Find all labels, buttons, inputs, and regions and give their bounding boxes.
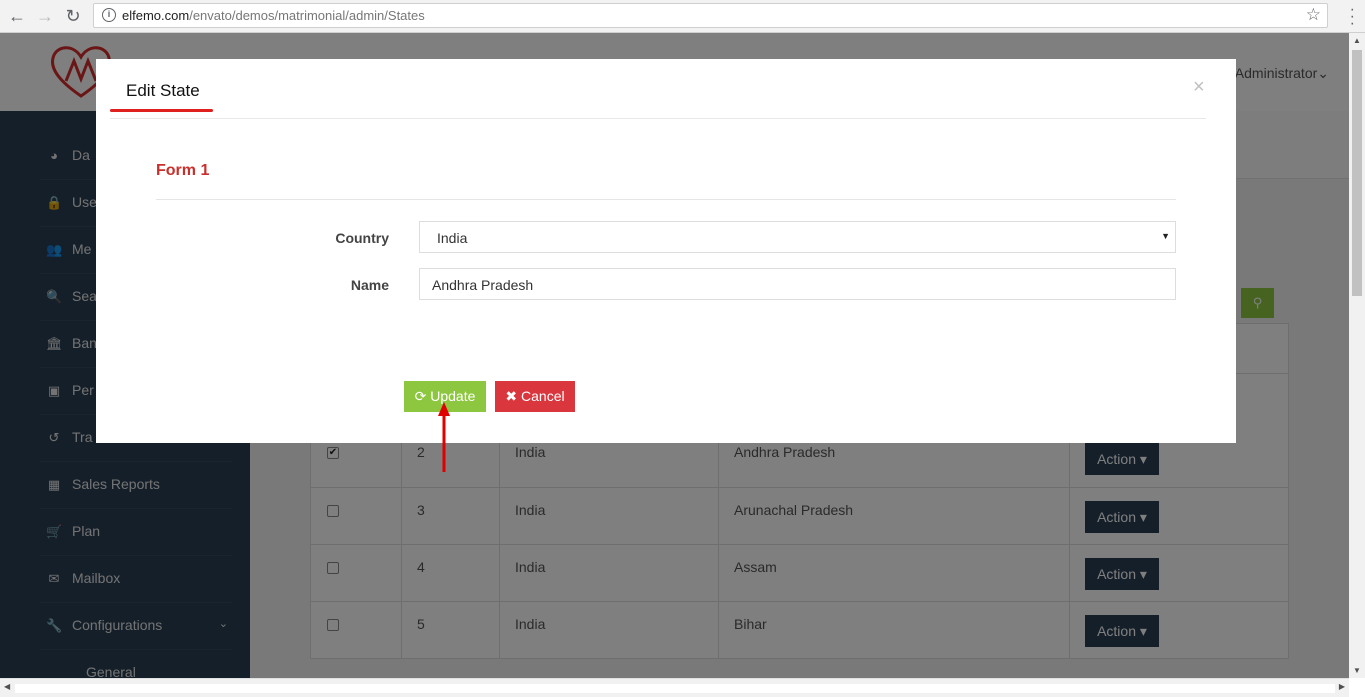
edit-state-modal: Edit State × Form 1 Country India ▼ Name… bbox=[96, 59, 1236, 443]
bookmark-star-icon[interactable]: ☆ bbox=[1306, 5, 1321, 25]
reload-icon[interactable]: ↻ bbox=[62, 5, 84, 27]
browser-toolbar: ← → ↻ i elfemo.com/envato/demos/matrimon… bbox=[0, 0, 1365, 33]
form-title: Form 1 bbox=[156, 162, 210, 179]
country-value: India bbox=[437, 230, 468, 246]
name-value: Andhra Pradesh bbox=[432, 277, 534, 293]
scroll-up-icon[interactable]: ▲ bbox=[1349, 36, 1365, 45]
scroll-left-icon[interactable]: ◀ bbox=[4, 682, 10, 691]
cancel-button[interactable]: ✖ Cancel bbox=[495, 381, 575, 412]
browser-menu-icon[interactable]: · · · bbox=[1350, 2, 1355, 32]
caret-down-icon: ▼ bbox=[1161, 231, 1170, 241]
info-icon[interactable]: i bbox=[102, 8, 116, 22]
url-text: elfemo.com/envato/demos/matrimonial/admi… bbox=[122, 8, 425, 23]
modal-title: Edit State bbox=[126, 81, 200, 100]
times-icon: ✖ bbox=[505, 388, 518, 404]
scroll-down-icon[interactable]: ▼ bbox=[1349, 666, 1365, 675]
close-icon[interactable]: × bbox=[1193, 76, 1205, 99]
vertical-scrollbar[interactable]: ▲ ▼ bbox=[1349, 33, 1365, 678]
title-underline bbox=[110, 109, 213, 112]
name-field[interactable]: Andhra Pradesh bbox=[419, 268, 1176, 300]
horizontal-scrollbar[interactable]: ◀ ▶ bbox=[0, 678, 1349, 697]
scroll-thumb[interactable] bbox=[1352, 50, 1362, 296]
scroll-right-icon[interactable]: ▶ bbox=[1339, 682, 1345, 691]
scroll-thumb[interactable] bbox=[15, 684, 1335, 693]
form-divider bbox=[156, 199, 1176, 200]
country-select[interactable]: India ▼ bbox=[419, 221, 1176, 253]
header-divider bbox=[110, 118, 1206, 119]
back-icon[interactable]: ← bbox=[6, 5, 28, 27]
address-bar[interactable]: i elfemo.com/envato/demos/matrimonial/ad… bbox=[93, 3, 1328, 28]
name-label: Name bbox=[350, 277, 389, 293]
annotation-arrow-icon bbox=[438, 402, 450, 472]
forward-icon[interactable]: → bbox=[34, 5, 56, 27]
refresh-icon: ⟳ bbox=[414, 388, 427, 404]
country-label: Country bbox=[335, 230, 389, 246]
